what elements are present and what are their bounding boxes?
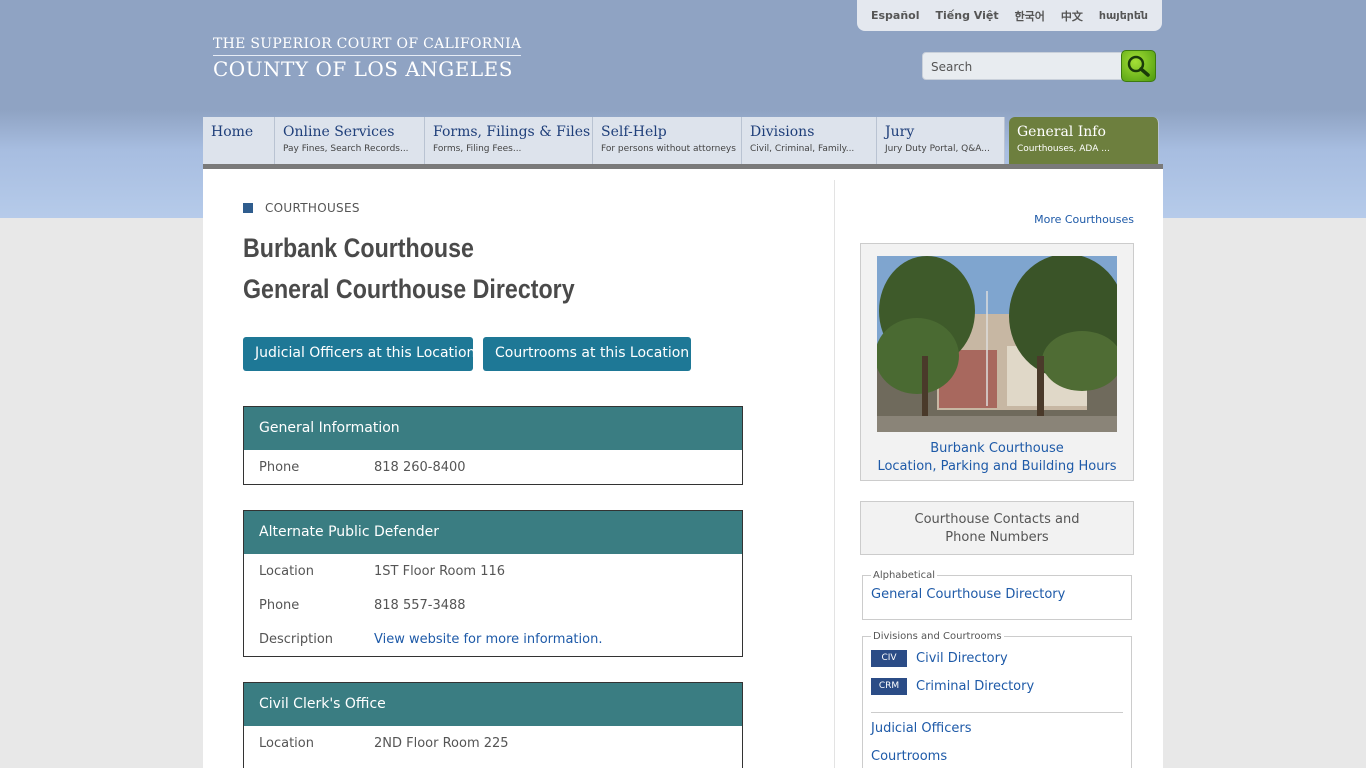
row-label: Location [259,735,314,751]
row-value: 2ND Floor Room 225 [374,735,509,751]
nav-forms-sub: Forms, Filing Fees... [433,144,522,154]
alphabetical-fieldset: Alphabetical General Courthouse Director… [862,570,1132,620]
page-title: Burbank Courthouse General Courthouse Di… [243,228,575,310]
row-label: Phone [259,459,300,475]
info-row: Location 1ST Floor Room 116 [244,554,742,588]
page-title-line-2: General Courthouse Directory [243,274,575,304]
search-box: Search [922,50,1156,82]
fieldset-separator [871,712,1123,713]
civ-badge: CIV [871,649,907,667]
criminal-directory-link[interactable]: Criminal Directory [916,679,1034,694]
search-input[interactable]: Search [922,52,1128,80]
divisions-fieldset: Divisions and Courtrooms CIV Civil Direc… [862,631,1132,768]
main-nav: Home Online Services Pay Fines, Search R… [203,117,1163,168]
lang-armenian[interactable]: հայերեն [1099,9,1148,22]
language-bar: Español Tiếng Việt 한국어 中文 հայերեն [857,0,1162,31]
photo-caption[interactable]: Burbank Courthouse Location, Parking and… [861,440,1133,476]
nav-online-services[interactable]: Online Services Pay Fines, Search Record… [275,117,425,168]
judicial-officers-button[interactable]: Judicial Officers at this Location [243,337,475,371]
section-label-text: COURTHOUSES [265,201,360,215]
nav-forms-title: Forms, Filings & Files [433,124,591,140]
photo-caption-line-2: Location, Parking and Building Hours [877,459,1117,474]
box-header: Alternate Public Defender [244,511,742,554]
row-label: Location [259,563,314,579]
page-title-line-1: Burbank Courthouse [243,233,474,263]
more-courthouses-link[interactable]: More Courthouses [1000,213,1134,226]
row-value: 1ST Floor Room 116 [374,563,506,579]
nav-online-services-title: Online Services [283,124,395,140]
alternate-public-defender-box: Alternate Public Defender Location 1ST F… [243,510,743,657]
search-button[interactable] [1121,50,1156,82]
info-row: Location 2ND Floor Room 225 [244,726,742,760]
nav-self-help-sub: For persons without attorneys [601,144,736,154]
nav-self-help[interactable]: Self-Help For persons without attorneys [593,117,742,168]
info-row: Phone 818 557-3488 [244,588,742,622]
judicial-officers-link[interactable]: Judicial Officers [871,721,1123,749]
courtrooms-button[interactable]: Courtrooms at this Location [483,337,691,371]
general-information-box: General Information Phone 818 260-8400 [243,406,743,485]
nav-divisions-title: Divisions [750,124,815,140]
contacts-line-2: Phone Numbers [945,530,1049,545]
column-divider [834,180,835,768]
nav-general-info[interactable]: General Info Courthouses, ADA ... [1009,117,1159,168]
logo-line-2: COUNTY OF LOS ANGELES [213,55,522,81]
nav-divisions-sub: Civil, Criminal, Family... [750,144,855,154]
crm-badge: CRM [871,677,907,695]
nav-jury-title: Jury [885,124,915,140]
courthouse-contacts-button[interactable]: Courthouse Contacts and Phone Numbers [860,501,1134,555]
row-label: Phone [259,597,300,613]
alphabetical-legend: Alphabetical [873,570,936,581]
divisions-legend: Divisions and Courtrooms [873,631,1002,642]
nav-home[interactable]: Home [203,117,275,168]
courthouse-photo-card[interactable]: Burbank Courthouse Location, Parking and… [860,243,1134,481]
nav-jury-sub: Jury Duty Portal, Q&A... [885,144,990,154]
logo-line-1: THE SUPERIOR COURT OF CALIFORNIA [213,36,522,52]
court-logo[interactable]: THE SUPERIOR COURT OF CALIFORNIA COUNTY … [213,36,522,81]
box-header: Civil Clerk's Office [244,683,742,726]
row-label: Description [259,631,334,647]
general-directory-link[interactable]: General Courthouse Directory [871,587,1123,602]
lang-chinese[interactable]: 中文 [1061,8,1083,24]
lang-spanish[interactable]: Español [871,9,920,22]
section-label: COURTHOUSES [243,201,360,215]
section-square-icon [243,203,253,213]
courthouse-photo [877,256,1117,432]
nav-online-services-sub: Pay Fines, Search Records... [283,144,409,154]
courtrooms-link[interactable]: Courtrooms [871,749,1123,764]
nav-jury[interactable]: Jury Jury Duty Portal, Q&A... [877,117,1005,168]
criminal-directory-row[interactable]: CRM Criminal Directory [871,672,1123,700]
nav-general-info-title: General Info [1017,124,1106,140]
nav-home-title: Home [211,124,254,140]
row-value: 818 557-3488 [374,597,466,613]
box-header: General Information [244,407,742,450]
website-link[interactable]: View website for more information. [374,632,602,647]
civil-clerks-office-box: Civil Clerk's Office Location 2ND Floor … [243,682,743,768]
nav-general-info-sub: Courthouses, ADA ... [1017,144,1110,154]
lang-vietnamese[interactable]: Tiếng Việt [936,9,999,22]
contacts-line-1: Courthouse Contacts and [914,512,1080,527]
row-value: 818 260-8400 [374,459,466,475]
nav-divisions[interactable]: Divisions Civil, Criminal, Family... [742,117,877,168]
civil-directory-row[interactable]: CIV Civil Directory [871,644,1123,672]
civil-directory-link[interactable]: Civil Directory [916,651,1008,666]
nav-forms[interactable]: Forms, Filings & Files Forms, Filing Fee… [425,117,593,168]
photo-caption-line-1: Burbank Courthouse [930,441,1064,456]
info-row: Phone 818 260-8400 [244,450,742,484]
info-row: Description View website for more inform… [244,622,742,656]
lang-korean[interactable]: 한국어 [1015,8,1045,24]
nav-self-help-title: Self-Help [601,124,667,140]
search-icon [1127,55,1150,77]
